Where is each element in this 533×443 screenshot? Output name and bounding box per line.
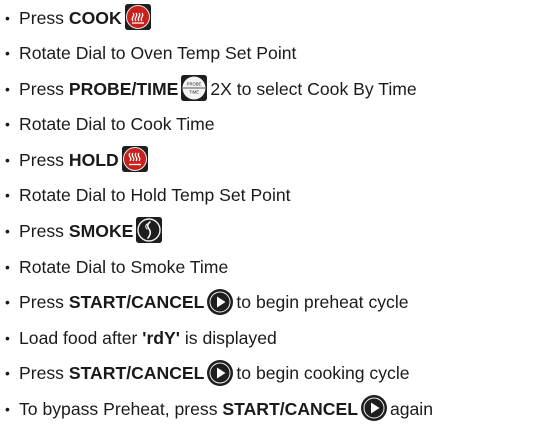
bullet: •: [5, 151, 10, 168]
step-rotate-hold-temp: • Rotate Dial to Hold Temp Set Point: [0, 178, 533, 214]
bullet: •: [5, 294, 10, 311]
step-text-after: to begin cooking cycle: [236, 363, 410, 384]
bullet: •: [5, 329, 10, 346]
instruction-list: • Press COOK • Rotate Dial to Oven Temp …: [0, 2, 533, 428]
step-keyword: PROBE/TIME: [68, 78, 179, 99]
step-text: Rotate Dial to Smoke Time: [19, 256, 229, 277]
step-keyword: 'rdY': [142, 327, 180, 348]
step-text: Press: [19, 292, 69, 313]
step-text: Rotate Dial to Oven Temp Set Point: [19, 43, 297, 63]
bullet: •: [5, 258, 10, 275]
step-press-smoke: • Press SMOKE: [0, 214, 533, 250]
step-text-after: again: [389, 398, 434, 419]
bullet: •: [5, 365, 10, 382]
probe-icon-bottom-label: TIME: [189, 89, 199, 94]
step-text: Press: [19, 220, 69, 241]
bullet: •: [5, 187, 10, 204]
step-keyword: HOLD: [68, 149, 119, 170]
bullet: •: [5, 222, 10, 239]
cook-icon: [124, 4, 151, 31]
play-icon: [360, 395, 387, 422]
step-text: Load food after: [19, 327, 143, 348]
bullet: •: [5, 400, 10, 417]
step-rotate-smoke-time: • Rotate Dial to Smoke Time: [0, 250, 533, 286]
step-text: Rotate Dial to Cook Time: [19, 114, 215, 135]
bullet: •: [5, 116, 10, 133]
step-text: Press: [19, 8, 69, 28]
step-text: Press: [19, 149, 69, 170]
probe-icon-top-label: PROBE: [187, 81, 202, 86]
step-text: Press: [19, 78, 69, 99]
step-keyword: START/CANCEL: [222, 398, 358, 419]
step-text: To bypass Preheat, press: [19, 398, 223, 419]
bullet: •: [5, 80, 10, 97]
step-text-after: 2X to select Cook By Time: [210, 78, 417, 99]
step-start-preheat: • Press START/CANCEL to begin preheat cy…: [0, 285, 533, 321]
step-keyword: SMOKE: [68, 220, 134, 241]
step-press-hold: • Press HOLD: [0, 143, 533, 179]
step-text: Press: [19, 363, 69, 384]
step-bypass-preheat: • To bypass Preheat, press START/CANCEL …: [0, 392, 533, 428]
step-text-after: is displayed: [179, 327, 277, 348]
step-keyword: COOK: [68, 8, 122, 28]
step-text-after: to begin preheat cycle: [236, 292, 409, 313]
step-press-probe-time: • Press PROBE/TIME PROBE TIME 2X to sele…: [0, 72, 533, 108]
step-keyword: START/CANCEL: [68, 292, 205, 313]
smoke-icon: [136, 217, 163, 244]
step-press-cook: • Press COOK: [0, 2, 533, 36]
bullet: •: [5, 10, 10, 26]
step-rotate-oven-temp: • Rotate Dial to Oven Temp Set Point: [0, 36, 533, 72]
hold-icon: [121, 146, 148, 173]
step-start-cooking: • Press START/CANCEL to begin cooking cy…: [0, 356, 533, 392]
step-text: Rotate Dial to Hold Temp Set Point: [19, 185, 291, 206]
play-icon: [207, 359, 234, 386]
step-keyword: START/CANCEL: [68, 363, 205, 384]
step-load-food: • Load food after 'rdY' is displayed: [0, 321, 533, 357]
probe-time-icon: PROBE TIME: [181, 74, 208, 101]
step-rotate-cook-time: • Rotate Dial to Cook Time: [0, 107, 533, 143]
bullet: •: [5, 45, 10, 61]
play-icon: [207, 288, 234, 315]
